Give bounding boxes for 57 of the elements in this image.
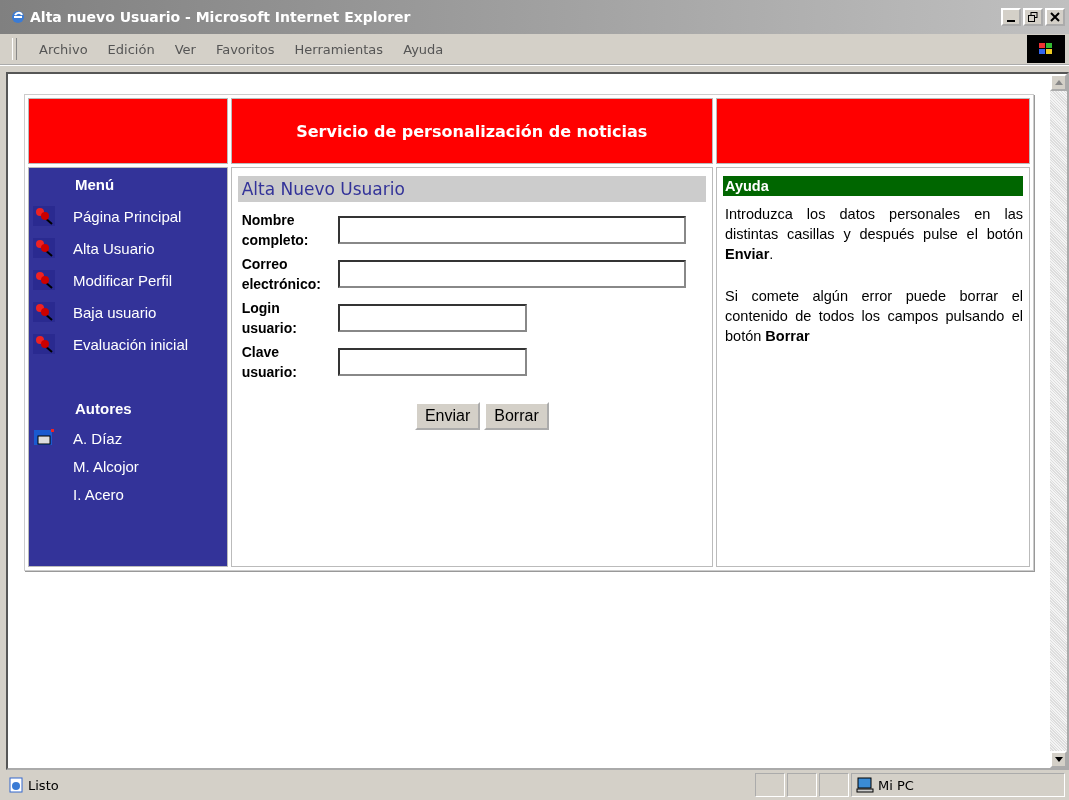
zone-text: Mi PC	[878, 777, 914, 793]
form-title: Alta Nuevo Usuario	[237, 176, 706, 202]
author-link[interactable]: M. Alcojor	[73, 457, 139, 475]
input-field[interactable]	[337, 348, 527, 376]
menu-link[interactable]: Modificar Perfil	[73, 271, 173, 289]
pushpin-icon	[33, 302, 55, 322]
down-arrow-icon	[1054, 757, 1063, 762]
reset-button[interactable]: Borrar	[484, 402, 549, 430]
mail-icon	[33, 428, 55, 448]
submit-button[interactable]: Enviar	[414, 402, 481, 430]
field-label: Correo electrónico:	[240, 255, 322, 294]
status-pane	[755, 773, 785, 797]
scroll-up-button[interactable]	[1050, 74, 1067, 91]
menu-item[interactable]: Archivo	[29, 41, 98, 57]
scroll-down-button[interactable]	[1050, 751, 1067, 768]
pushpin-icon	[33, 238, 55, 258]
menu-link[interactable]: Página Principal	[73, 207, 182, 225]
restore-icon	[1028, 12, 1038, 22]
menu-item[interactable]: Ver	[164, 41, 206, 57]
pushpin-icon	[33, 206, 55, 226]
menu-item[interactable]: Herramientas	[284, 41, 394, 57]
input-field[interactable]	[337, 304, 527, 332]
menu-link[interactable]: Baja usuario	[73, 303, 157, 321]
computer-icon	[856, 777, 874, 793]
author-link[interactable]: A. Díaz	[73, 429, 123, 447]
field-label: Login usuario:	[240, 299, 298, 338]
browser-icon	[10, 9, 26, 25]
minimize-button[interactable]	[1001, 8, 1021, 26]
help-heading: Ayuda	[723, 176, 1023, 196]
pushpin-icon	[33, 270, 55, 290]
restore-button[interactable]	[1023, 8, 1043, 26]
menu-item[interactable]: Edición	[97, 41, 165, 57]
menu-item[interactable]: Ayuda	[393, 41, 454, 57]
field-label: Nombre completo:	[240, 211, 310, 250]
page-icon	[8, 777, 24, 793]
windows-logo-icon	[1027, 35, 1065, 63]
help-text: Introduzca los datos personales en las distintas casillas y después pulse el botón Enviar.	[725, 205, 1023, 264]
status-pane	[787, 773, 817, 797]
up-arrow-icon	[1054, 80, 1063, 85]
status-pane	[819, 773, 849, 797]
window-title: Alta nuevo Usuario - Microsoft Internet Explorer	[30, 9, 412, 25]
close-icon	[1050, 12, 1060, 22]
author-link[interactable]: I. Acero	[73, 485, 124, 503]
input-field[interactable]	[337, 216, 686, 244]
site-title: Servicio de personalización de noticias	[296, 121, 648, 141]
minimize-icon	[1007, 19, 1015, 22]
field-label: Clave usuario:	[240, 343, 298, 382]
input-field[interactable]	[337, 260, 686, 288]
menu-item[interactable]: Favoritos	[205, 41, 285, 57]
close-button[interactable]	[1045, 8, 1065, 26]
menu-heading: Menú	[74, 176, 116, 193]
menu-link[interactable]: Evaluación inicial	[73, 335, 189, 353]
menu-link[interactable]: Alta Usuario	[73, 239, 155, 257]
pushpin-icon	[33, 334, 55, 354]
authors-heading: Autores	[74, 400, 133, 417]
status-text: Listo	[28, 777, 59, 793]
help-text: Si comete algún error puede borrar el contenido de todos los campos pulsando el botón Borrar	[725, 287, 1023, 346]
